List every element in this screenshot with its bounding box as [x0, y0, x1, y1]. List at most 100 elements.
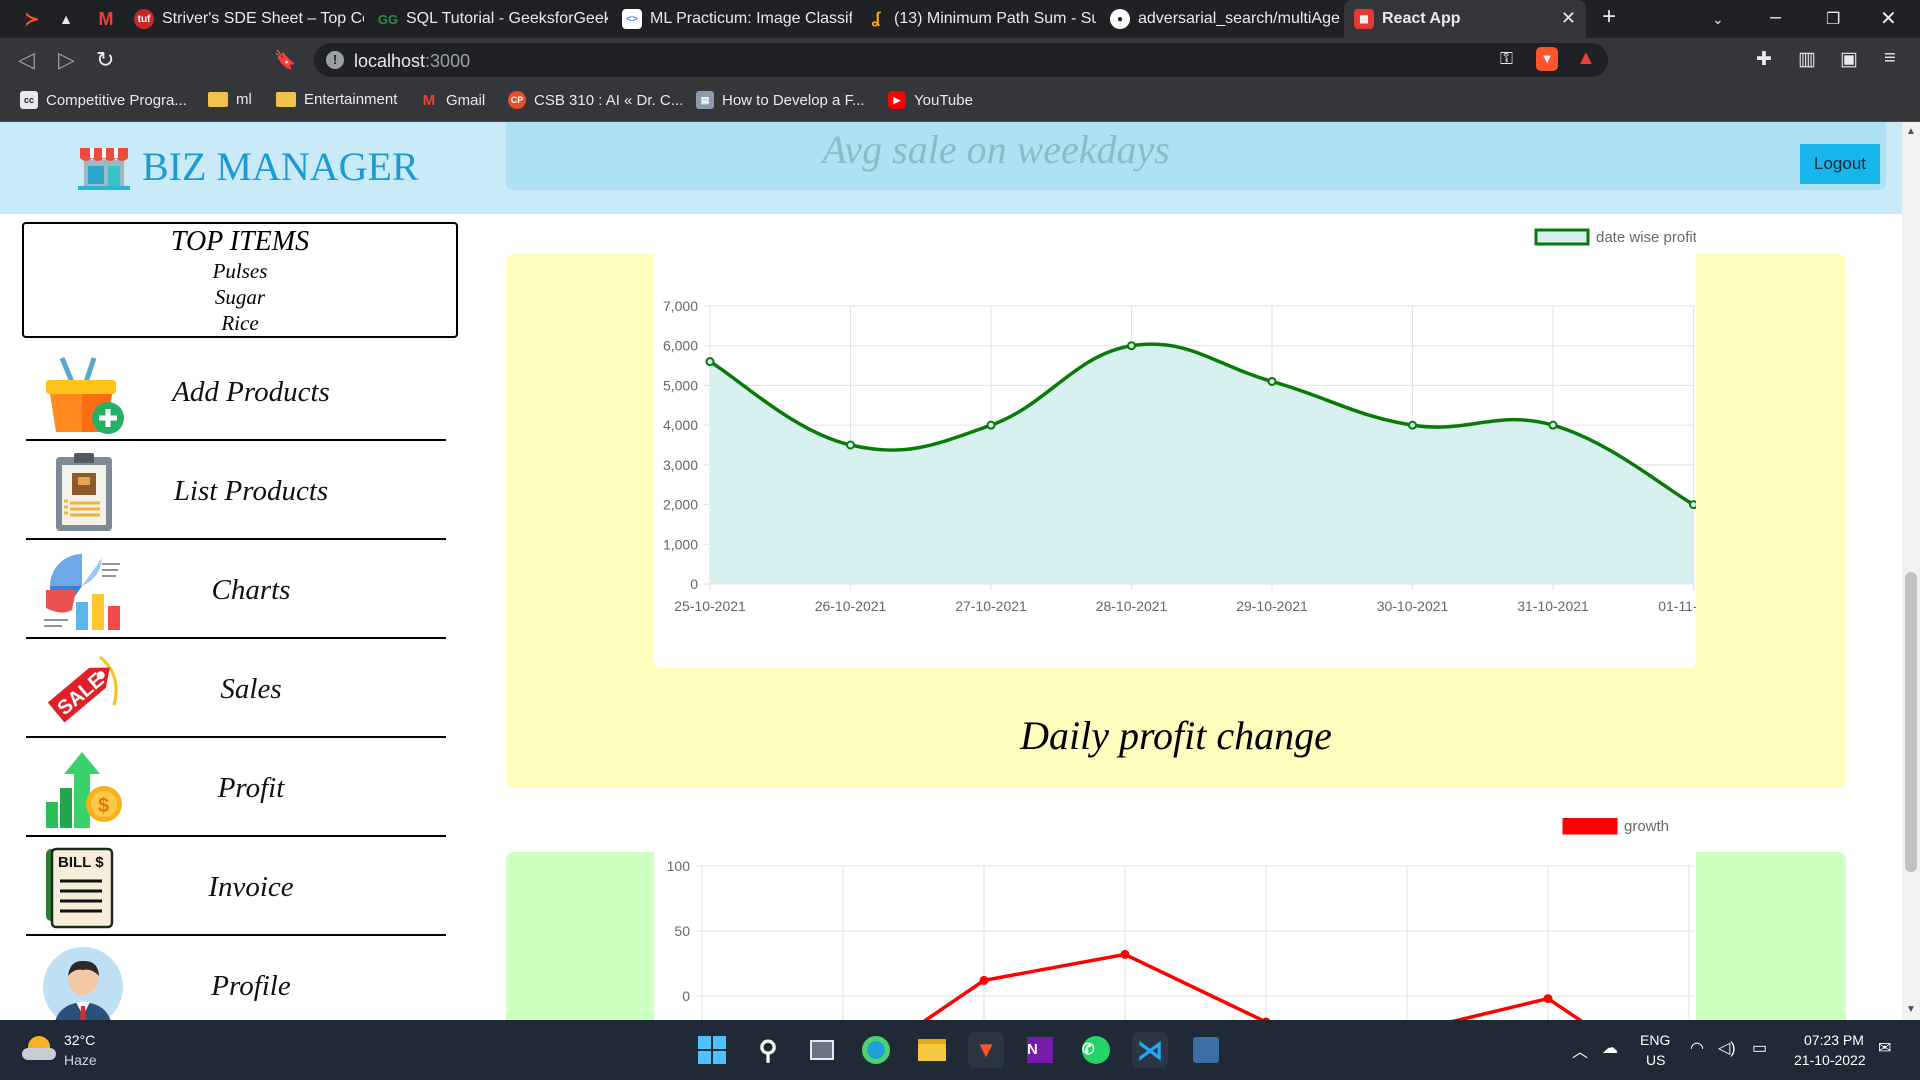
top-item: Rice — [221, 311, 259, 335]
cc-icon: cc — [20, 91, 38, 109]
task-view-icon[interactable] — [804, 1032, 840, 1068]
svg-text:$: $ — [98, 795, 109, 817]
volume-icon[interactable]: ◁) — [1718, 1038, 1736, 1058]
vm-app-icon[interactable] — [1188, 1032, 1224, 1068]
sidebar: TOP ITEMS Pulses Sugar Rice Add Products — [0, 214, 470, 1020]
onedrive-icon[interactable]: ☁ — [1602, 1038, 1618, 1058]
wifi-icon[interactable]: ◠ — [1690, 1038, 1704, 1058]
bookmark-gmail[interactable]: M Gmail — [420, 91, 485, 109]
sidebar-item-list-products[interactable]: List Products — [26, 441, 446, 540]
tab-react-app[interactable]: ▦ React App ✕ — [1344, 0, 1586, 38]
sidebar-item-sales[interactable]: SALE Sales — [26, 639, 446, 738]
clock-date[interactable]: 21-10-2022 — [1794, 1052, 1866, 1068]
address-bar[interactable]: ! localhost:3000 ⚿ ▼ ▲ — [314, 43, 1608, 77]
tab-pinned-2[interactable]: ▲ — [46, 0, 82, 38]
vscode-icon[interactable]: ⋊ — [1132, 1032, 1168, 1068]
tab-sql-tutorial[interactable]: GG SQL Tutorial - GeeksforGeeks — [368, 0, 608, 38]
bookmark-competitive[interactable]: cc Competitive Progra... — [20, 91, 187, 109]
tab-search-icon[interactable]: ⌄ — [1712, 11, 1724, 28]
area-fill — [710, 344, 1694, 584]
file-explorer-icon[interactable] — [914, 1032, 950, 1068]
profit-line-chart: 0 1,000 2,000 3,000 4,000 5,000 6,000 7,000 25-1… — [663, 228, 1729, 614]
menu-icon[interactable]: ≡ — [1884, 47, 1896, 70]
bookmark-icon[interactable]: 🔖 — [274, 50, 296, 71]
tab-ml-practicum[interactable]: <> ML Practicum: Image Classific — [612, 0, 852, 38]
tab-github[interactable]: ● adversarial_search/multiAgent — [1100, 0, 1340, 38]
tab-strivers-sheet[interactable]: tuf Striver's SDE Sheet – Top Codi — [124, 0, 364, 38]
top-item: Pulses — [212, 259, 268, 283]
forward-icon[interactable]: ▷ — [58, 47, 75, 73]
bookmark-how-to-develop[interactable]: ▤ How to Develop a F... — [696, 91, 865, 109]
sidebar-item-charts[interactable]: Charts — [26, 540, 446, 639]
extensions-icon[interactable]: ✚ — [1756, 48, 1772, 71]
bill-icon: BILL $ — [46, 847, 114, 929]
x-tick-label: 29-10-2021 — [1236, 598, 1308, 614]
logout-button[interactable]: Logout — [1800, 144, 1880, 184]
back-icon[interactable]: ◁ — [18, 47, 35, 73]
x-tick-label: 31-10-2021 — [1517, 598, 1589, 614]
x-tick-label: 01-11-2021 — [1658, 598, 1696, 614]
battery-icon[interactable]: ▭ — [1752, 1038, 1767, 1058]
search-icon[interactable]: ⚲ — [750, 1032, 786, 1068]
scroll-thumb[interactable] — [1905, 572, 1917, 872]
sidebar-item-profit[interactable]: $ Profit — [26, 738, 446, 837]
profit-chart-card: 0 1,000 2,000 3,000 4,000 5,000 6,000 7,000 25-1… — [654, 222, 1729, 668]
scroll-up-icon[interactable]: ▲ — [1906, 126, 1916, 137]
y-tick-label: 4,000 — [663, 417, 698, 433]
legend-label: date wise profit — [1596, 229, 1696, 246]
y-tick-label: 0 — [690, 576, 698, 592]
sidebar-item-profile[interactable]: Profile — [26, 936, 446, 1020]
windows-start-icon[interactable] — [694, 1032, 730, 1068]
y-tick-label: 0 — [682, 988, 690, 1004]
weather-text: Haze — [64, 1052, 97, 1068]
legend-label: growth — [1624, 818, 1669, 835]
edge-icon[interactable] — [858, 1032, 894, 1068]
clock-time[interactable]: 07:23 PM — [1804, 1032, 1864, 1048]
show-hidden-icons[interactable]: ︿ — [1572, 1038, 1588, 1062]
scroll-down-icon[interactable]: ▼ — [1906, 1004, 1916, 1015]
y-tick-label: 3,000 — [663, 457, 698, 473]
sidebar-item-add-products[interactable]: Add Products — [26, 342, 446, 441]
page-scrollbar[interactable]: ▲ ▼ — [1902, 122, 1920, 1020]
brave-shields-icon[interactable]: ▼ — [1536, 47, 1558, 71]
tab-pinned-gmail[interactable]: M — [86, 0, 122, 38]
brave-taskbar-icon[interactable]: ▼ — [968, 1032, 1004, 1068]
site-info-icon[interactable]: ! — [326, 51, 344, 69]
x-tick-label: 28-10-2021 — [1096, 598, 1168, 614]
chart-title-banner: Avg sale on weekdays — [506, 122, 1886, 190]
brand[interactable]: BIZ MANAGER — [78, 142, 419, 190]
close-window-button[interactable]: ✕ — [1880, 6, 1897, 31]
new-tab-button[interactable]: + — [1602, 3, 1616, 31]
reload-icon[interactable]: ↻ — [96, 47, 114, 73]
tab-title: (13) Minimum Path Sum - Sub — [894, 10, 1096, 27]
basket-add-icon — [46, 357, 124, 434]
weather-temp: 32°C — [64, 1032, 96, 1048]
data-point — [1120, 949, 1130, 959]
notifications-icon[interactable]: ✉ — [1878, 1038, 1891, 1058]
sidebar-item-invoice[interactable]: BILL $ Invoice — [26, 837, 446, 936]
wallet-icon[interactable]: ▣ — [1840, 48, 1858, 71]
growth-line-chart: -50050100growth — [667, 817, 1694, 1020]
key-icon[interactable]: ⚿ — [1500, 49, 1513, 69]
page-icon: ▤ — [696, 91, 714, 109]
onenote-icon[interactable]: N — [1022, 1032, 1058, 1068]
bookmark-csb310[interactable]: CP CSB 310 : AI « Dr. C... — [508, 91, 683, 109]
clipboard-list-icon — [56, 453, 112, 531]
bookmark-youtube[interactable]: ▶ YouTube — [888, 91, 973, 109]
close-tab-icon[interactable]: ✕ — [1561, 8, 1576, 29]
maximize-button[interactable]: ❐ — [1826, 9, 1840, 29]
profit-chart-caption: Daily profit change — [1020, 713, 1332, 758]
brave-rewards-icon[interactable]: ▲ — [1576, 47, 1596, 70]
x-tick-label: 26-10-2021 — [815, 598, 887, 614]
browser-toolbar: ◁ ▷ ↻ 🔖 ! localhost:3000 ⚿ ▼ ▲ ✚ ▥ ▣ ≡ — [0, 38, 1920, 82]
tab-leetcode[interactable]: ʆ (13) Minimum Path Sum - Sub — [856, 0, 1096, 38]
bookmark-entertainment[interactable]: Entertainment — [276, 91, 397, 108]
language-indicator[interactable]: ENG — [1640, 1032, 1670, 1048]
region-indicator[interactable]: US — [1646, 1052, 1665, 1068]
weather-haze-icon[interactable] — [22, 1034, 56, 1064]
youtube-icon: ▶ — [888, 91, 906, 109]
minimize-button[interactable]: – — [1770, 6, 1781, 29]
whatsapp-icon[interactable]: ✆ — [1078, 1032, 1114, 1068]
sidebar-icon[interactable]: ▥ — [1798, 48, 1816, 71]
bookmark-ml[interactable]: ml — [208, 91, 252, 108]
